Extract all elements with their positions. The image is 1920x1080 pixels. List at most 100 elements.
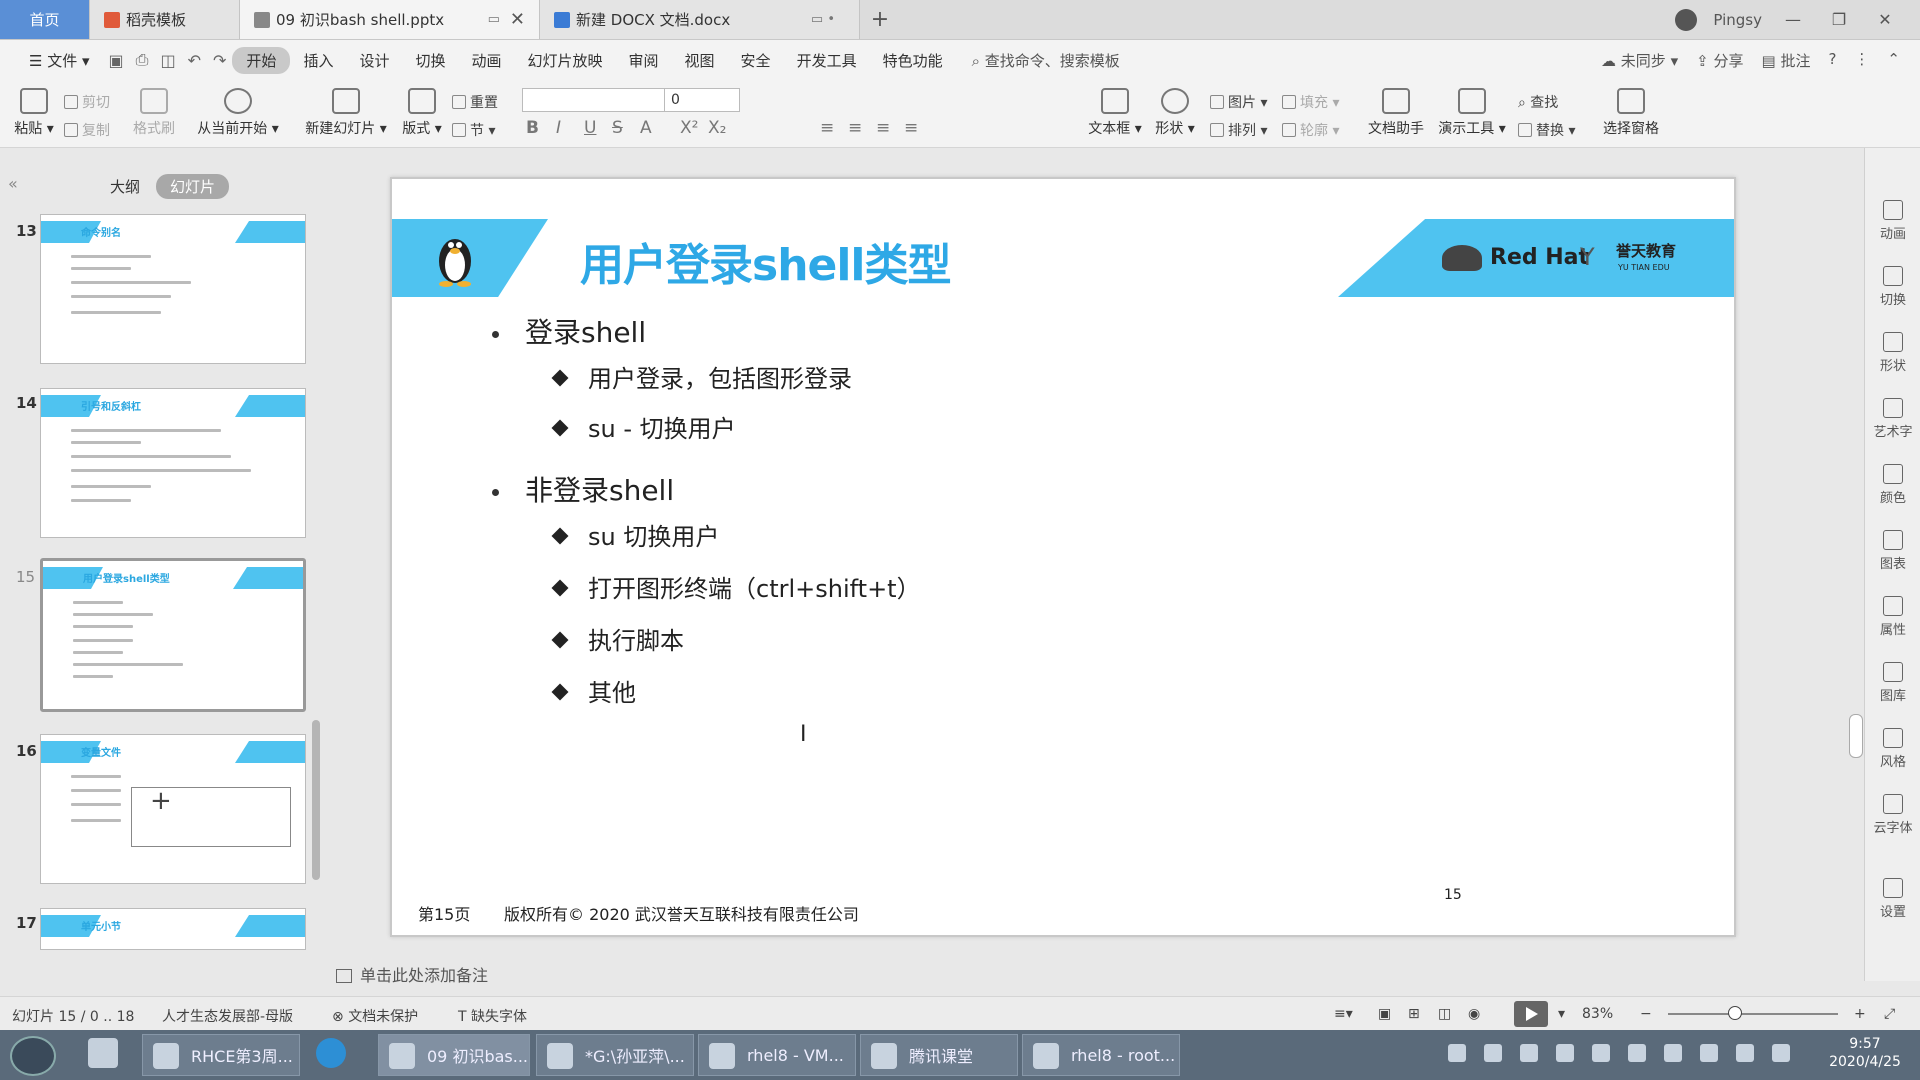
print-icon[interactable]: ⎙ [130, 50, 155, 70]
tab-monitor-icon[interactable]: ▭ [488, 12, 500, 27]
slide-thumbnail-13[interactable]: 命令别名 [40, 214, 306, 364]
present-tools-button[interactable]: 演示工具 ▾ [1436, 88, 1508, 138]
theme-name[interactable]: 人才生态发展部-母版 [162, 1006, 293, 1026]
from-current-button[interactable]: 从当前开始 ▾ [194, 88, 282, 138]
menu-features[interactable]: 特色功能 [870, 50, 956, 71]
superscript-button[interactable]: X² [680, 118, 698, 138]
slide-thumbnail-17[interactable]: 单元小节 [40, 908, 306, 950]
redo-icon[interactable]: ↷ [207, 51, 232, 70]
tab-docx[interactable]: 新建 DOCX 文档.docx ▭ • [540, 0, 860, 39]
rt-chart[interactable]: 图表 [1865, 530, 1920, 572]
command-search[interactable]: ⌕ 查找命令、搜索模板 [972, 50, 1120, 71]
arrange-button[interactable]: 排列 ▾ [1210, 120, 1267, 140]
tab-pptx[interactable]: 09 初识bash shell.pptx ▭ ✕ [240, 0, 540, 39]
more-icon[interactable]: ⋮ [1854, 50, 1869, 71]
taskbar-app-explorer[interactable]: *G:\孙亚萍\... [536, 1034, 694, 1076]
tab-close-icon[interactable]: ✕ [510, 9, 525, 30]
underline-button[interactable]: U [584, 118, 596, 138]
restore-icon[interactable]: ❐ [1824, 10, 1854, 29]
tray-icon[interactable] [1484, 1044, 1502, 1062]
add-slide-icon[interactable]: + [150, 786, 172, 816]
sub-bullet[interactable]: 打开图形终端（ctrl+shift+t） [551, 569, 921, 604]
rt-cloudfont[interactable]: 云字体 [1865, 794, 1920, 836]
new-slide-button[interactable]: 新建幻灯片 ▾ [300, 88, 392, 138]
zoom-out-icon[interactable]: − [1640, 1006, 1652, 1022]
font-color-button[interactable]: A [640, 118, 652, 138]
normal-view-icon[interactable]: ▣ [1378, 1006, 1391, 1022]
sync-button[interactable]: ☁ 未同步 ▾ [1601, 50, 1678, 71]
slide-thumbnail-15[interactable]: 用户登录shell类型 [40, 558, 306, 712]
taskbar-app-rhce[interactable]: RHCE第3周... [142, 1034, 300, 1076]
bullet-login-shell[interactable]: 登录shell [492, 311, 646, 351]
slide-15[interactable]: 用户登录shell类型 Red Hat Y 誉天教育 YU TIAN EDU 登… [390, 177, 1736, 937]
format-painter-button[interactable]: 格式刷 [126, 88, 182, 138]
rt-wordart[interactable]: 艺术字 [1865, 398, 1920, 440]
collapse-ribbon-icon[interactable]: ⌃ [1887, 50, 1900, 71]
sub-bullet[interactable]: 执行脚本 [551, 621, 684, 656]
doc-helper-button[interactable]: 文档助手 [1364, 88, 1428, 138]
volume-icon[interactable] [1736, 1044, 1754, 1062]
align-right-icon[interactable]: ≡ [876, 118, 890, 138]
tray-icon[interactable] [1556, 1044, 1574, 1062]
rt-transition[interactable]: 切换 [1865, 266, 1920, 308]
cut-button[interactable]: 剪切 [64, 92, 110, 112]
canvas-scrollbar-track[interactable] [1851, 166, 1863, 926]
notes-area[interactable]: 单击此处添加备注 [336, 962, 488, 986]
slide-title[interactable]: 用户登录shell类型 [580, 229, 952, 293]
user-name[interactable]: Pingsy [1713, 11, 1762, 29]
play-options-icon[interactable]: ▾ [1558, 1006, 1565, 1022]
select-pane-button[interactable]: 选择窗格 [1600, 88, 1662, 138]
paste-button[interactable]: 粘贴 ▾ [12, 88, 56, 138]
rt-properties[interactable]: 属性 [1865, 596, 1920, 638]
reset-button[interactable]: 重置 [452, 92, 498, 112]
strikethrough-button[interactable]: S [612, 118, 623, 138]
tray-icon[interactable] [1520, 1044, 1538, 1062]
start-button[interactable] [10, 1036, 56, 1076]
slide-thumbnail-14[interactable]: 引号和反斜杠 [40, 388, 306, 538]
share-button[interactable]: ⇪ 分享 [1696, 50, 1743, 71]
rt-color[interactable]: 颜色 [1865, 464, 1920, 506]
rt-style[interactable]: 风格 [1865, 728, 1920, 770]
zoom-level[interactable]: 83% [1582, 1006, 1613, 1022]
menu-slideshow[interactable]: 幻灯片放映 [515, 50, 616, 71]
outline-tab[interactable]: 大纲 [96, 174, 154, 199]
panel-scrollbar[interactable] [312, 720, 320, 880]
rt-gallery[interactable]: 图库 [1865, 662, 1920, 704]
align-center-icon[interactable]: ≡ [848, 118, 862, 138]
sub-bullet[interactable]: 其他 [551, 673, 636, 708]
textbox-button[interactable]: 文本框 ▾ [1088, 88, 1142, 138]
fit-window-icon[interactable]: ⤢ [1884, 1006, 1895, 1022]
menu-transition[interactable]: 切换 [402, 50, 458, 71]
zoom-slider[interactable] [1668, 1013, 1838, 1015]
font-size-select[interactable]: 0 [664, 88, 740, 112]
taskbar-app-terminal[interactable]: rhel8 - root... [1022, 1034, 1180, 1076]
align-left-icon[interactable]: ≡ [820, 118, 834, 138]
italic-button[interactable]: I [556, 118, 561, 138]
tray-icon[interactable] [1448, 1044, 1466, 1062]
reading-view-icon[interactable]: ◫ [1438, 1006, 1451, 1022]
rt-settings[interactable]: 设置 [1865, 878, 1920, 920]
collapse-panel-icon[interactable]: « [8, 174, 18, 193]
play-slideshow-button[interactable] [1514, 1001, 1548, 1027]
doc-protect-status[interactable]: ⊗ 文档未保护 [332, 1006, 418, 1026]
find-button[interactable]: ⌕ 查找 [1518, 92, 1558, 112]
new-tab-icon[interactable]: + [860, 0, 900, 39]
subscript-button[interactable]: X₂ [708, 118, 726, 138]
justify-icon[interactable]: ≡ [904, 118, 918, 138]
copy-button[interactable]: 复制 [64, 120, 110, 140]
menu-insert[interactable]: 插入 [290, 50, 346, 71]
save-icon[interactable]: ▣ [103, 51, 130, 70]
menu-home[interactable]: 开始 [232, 46, 291, 74]
zoom-in-icon[interactable]: + [1854, 1006, 1866, 1022]
menu-security[interactable]: 安全 [728, 50, 784, 71]
menu-design[interactable]: 设计 [346, 50, 402, 71]
menu-animation[interactable]: 动画 [458, 50, 514, 71]
taskbar-app-tencent[interactable]: 腾讯课堂 [860, 1034, 1018, 1076]
taskbar-app-wps[interactable]: 09 初识bas... [378, 1034, 530, 1076]
notes-toggle-icon[interactable]: ≡▾ [1334, 1006, 1353, 1022]
tab-monitor-icon-2[interactable]: ▭ • [811, 12, 835, 27]
replace-button[interactable]: 替换 ▾ [1518, 120, 1575, 140]
file-menu[interactable]: ☰ 文件 ▾ [16, 50, 103, 71]
zoom-slider-knob[interactable] [1728, 1006, 1742, 1020]
taskbar-sogou-icon[interactable] [316, 1038, 346, 1068]
